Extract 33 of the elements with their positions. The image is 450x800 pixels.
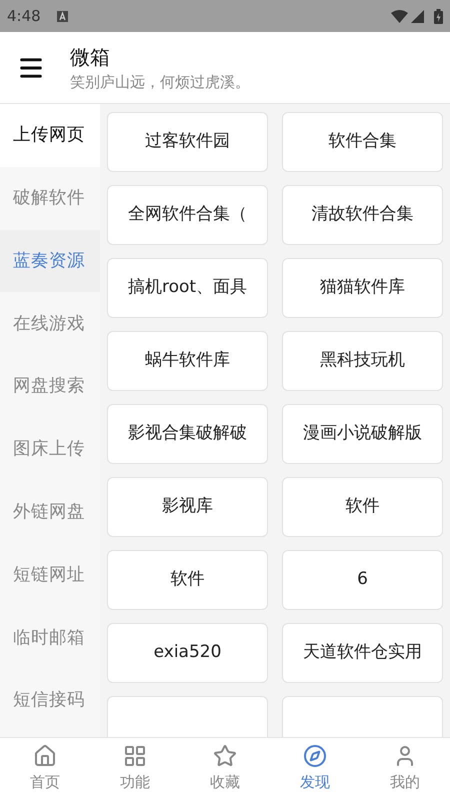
status-time: 4:48 xyxy=(7,6,41,27)
resource-card[interactable]: 软件 xyxy=(107,550,268,610)
compass-icon xyxy=(303,744,327,768)
battery-icon xyxy=(434,8,443,24)
resource-card[interactable]: 软件 xyxy=(282,477,443,537)
resource-card[interactable]: 软件合集 xyxy=(282,112,443,172)
home-icon xyxy=(33,744,57,768)
resource-card[interactable]: exia520 xyxy=(107,623,268,683)
nav-tab[interactable]: 功能 xyxy=(90,738,180,800)
nav-tab[interactable]: 收藏 xyxy=(180,738,270,800)
resource-card[interactable]: 天道软件仓实用 xyxy=(282,623,443,683)
resource-card[interactable]: 影视合集破解破 xyxy=(107,404,268,464)
signal-icon xyxy=(411,10,424,22)
resource-card[interactable]: 6 xyxy=(282,550,443,610)
nav-tab[interactable]: 发现 xyxy=(270,738,360,800)
grid-icon xyxy=(123,744,147,768)
sidebar-item[interactable]: 上传网页 xyxy=(0,104,100,167)
nav-tab[interactable]: 首页 xyxy=(0,738,90,800)
resource-card[interactable]: 漫画小说破解版 xyxy=(282,404,443,464)
resource-card[interactable]: 清故软件合集 xyxy=(282,185,443,245)
resource-card[interactable]: 黑科技玩机 xyxy=(282,331,443,391)
resource-card[interactable]: 全网软件合集（ xyxy=(107,185,268,245)
resource-card[interactable]: 过客软件园 xyxy=(107,112,268,172)
wifi-icon xyxy=(391,10,408,22)
notification-icon xyxy=(56,10,68,22)
app-subtitle: 笑别庐山远，何烦过虎溪。 xyxy=(70,72,250,92)
app-title: 微箱 xyxy=(70,44,111,70)
nav-tab[interactable]: 我的 xyxy=(360,738,450,800)
resource-card[interactable]: 搞机root、面具 xyxy=(107,258,268,318)
resource-card[interactable]: 影视库 xyxy=(107,477,268,537)
resource-card[interactable]: 蜗牛软件库 xyxy=(107,331,268,391)
star-icon xyxy=(213,744,237,768)
resource-card[interactable]: 猫猫软件库 xyxy=(282,258,443,318)
